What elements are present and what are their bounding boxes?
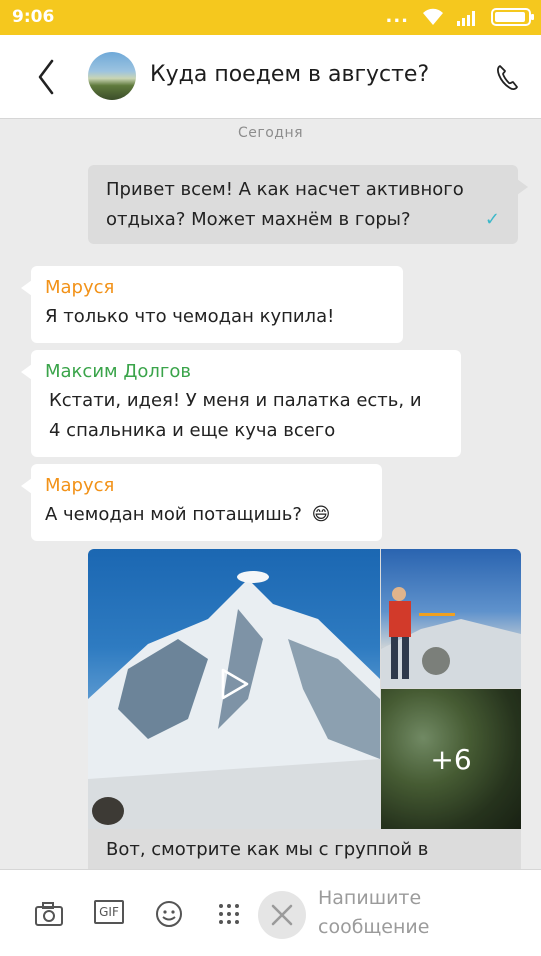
status-bar: 9:06 ... — [0, 0, 541, 35]
grinning-emoji-icon: 😄 — [311, 504, 331, 525]
photo-thumbnail[interactable] — [381, 549, 521, 688]
incoming-message[interactable]: Маруся А чемодан мой потащишь? 😄 — [21, 464, 382, 541]
message-text-row: А чемодан мой потащишь? 😄 — [45, 500, 368, 530]
gif-label: GIF — [99, 905, 119, 919]
chat-avatar[interactable] — [88, 52, 136, 100]
date-separator: Сегодня — [237, 125, 304, 141]
status-icons: ... — [385, 6, 534, 27]
photo-thumbnail[interactable]: +6 — [381, 689, 521, 829]
chat-header: Куда поедем в августе? — [0, 35, 541, 119]
play-icon[interactable] — [220, 667, 250, 701]
message-text-line: Кстати, идея! У меня и палатка есть, и — [49, 390, 422, 411]
status-time: 9:06 — [12, 7, 55, 27]
incoming-message[interactable]: Максим Долгов Кстати, идея! У меня и пал… — [21, 350, 461, 457]
read-check-icon: ✓ — [484, 209, 500, 230]
outgoing-message[interactable]: Привет всем! А как насчет активного отды… — [88, 165, 528, 244]
message-text-line: Привет всем! А как насчет активного — [106, 179, 464, 200]
signal-icon — [457, 10, 475, 26]
message-text-line: 4 спальника и еще куча всего — [49, 420, 336, 441]
back-arrow-icon[interactable] — [34, 57, 58, 97]
emoji-icon[interactable] — [154, 900, 184, 928]
notification-dots-icon: ... — [385, 6, 409, 27]
message-text: Я только что чемодан купила! — [45, 306, 335, 327]
media-message[interactable]: +6 Вот, смотрите как мы с группой в — [88, 549, 521, 869]
sender-name[interactable]: Маруся — [45, 274, 389, 302]
incoming-message[interactable]: Маруся Я только что чемодан купила! — [21, 266, 403, 343]
camera-icon[interactable] — [34, 900, 64, 928]
message-text-line: отдыха? Может махнём в горы? — [106, 209, 411, 230]
battery-icon — [491, 7, 534, 26]
message-composer: GIF Напишите сообщение — [0, 869, 541, 956]
wifi-icon — [423, 8, 443, 25]
sender-name[interactable]: Маруся — [45, 472, 368, 500]
video-thumbnail[interactable] — [88, 549, 380, 829]
more-photos-count[interactable]: +6 — [381, 689, 521, 829]
close-icon — [271, 904, 293, 926]
phone-call-icon[interactable] — [495, 63, 519, 91]
placeholder-line: сообщение — [318, 916, 430, 938]
gif-button[interactable]: GIF — [94, 900, 124, 924]
apps-grid-icon[interactable] — [214, 900, 244, 928]
message-input[interactable]: Напишите сообщение — [318, 884, 518, 942]
media-caption: Вот, смотрите как мы с группой в — [88, 829, 521, 869]
sender-name[interactable]: Максим Долгов — [45, 358, 447, 386]
chat-title[interactable]: Куда поедем в августе? — [150, 62, 429, 87]
climbers-image — [381, 587, 521, 688]
close-button[interactable] — [258, 891, 306, 939]
placeholder-line: Напишите — [318, 887, 422, 909]
message-list[interactable]: Сегодня Привет всем! А как насчет активн… — [0, 119, 541, 869]
message-text: А чемодан мой потащишь? — [45, 504, 302, 525]
